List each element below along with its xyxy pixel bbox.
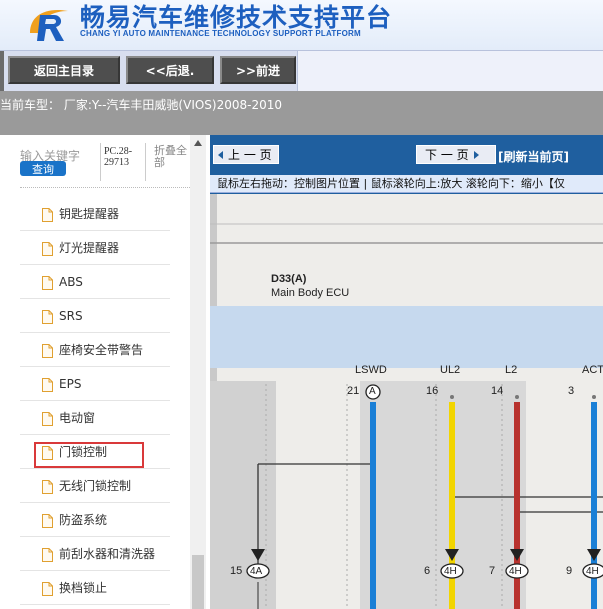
tree-item-label: 无线门锁控制: [59, 479, 132, 493]
brand-subtitle: CHANG YI AUTO MAINTENANCE TECHNOLOGY SUP…: [80, 29, 361, 38]
document-icon: [42, 411, 53, 426]
brand-logo: [30, 9, 68, 41]
vehicle-bar: 当前车型： 厂家:Y--汽车丰田威驰(VIOS)2008-2010: [0, 91, 603, 135]
viewer-nav-bar: 上 一 页 下 一 页 [刷新当前页]: [210, 135, 603, 175]
pin-number: 16: [426, 385, 439, 397]
refresh-page-link[interactable]: [刷新当前页]: [498, 148, 569, 165]
pin-name: ACT: [582, 364, 603, 376]
selection-highlight: [34, 442, 144, 468]
pin-number: 3: [568, 385, 575, 397]
pin-number: 21: [347, 385, 360, 397]
sidebar: 输入关键字 查询 PC.28- 29713 折叠全部 钥匙提醒器 灯光提醒器 ABS S…: [0, 135, 210, 609]
document-icon: [42, 377, 53, 392]
sidebar-scrollbar[interactable]: [190, 135, 206, 609]
main-toolbar: 返回主目录 <<后退. >>前进: [0, 50, 603, 92]
tree-item[interactable]: 防盗系统: [20, 503, 170, 537]
arrow-right-icon: [473, 150, 479, 159]
document-icon: [42, 275, 53, 290]
scroll-up-icon[interactable]: [194, 140, 202, 146]
app-header: 畅易汽车维修技术支持平台 CHANG YI AUTO MAINTENANCE T…: [0, 0, 603, 50]
pc-code: PC.28- 29713: [104, 146, 133, 168]
bottom-connector: 4A: [250, 566, 263, 577]
bottom-pin-number: 7: [489, 565, 496, 577]
document-icon: [42, 343, 53, 358]
tree-item[interactable]: 灯光提醒器: [20, 231, 170, 265]
tree-item[interactable]: 电动窗: [20, 401, 170, 435]
current-vehicle-label: 当前车型： 厂家:Y--汽车丰田威驰(VIOS)2008-2010: [0, 98, 283, 112]
search-button[interactable]: 查询: [20, 161, 66, 176]
tree-item-label: ABS: [59, 274, 83, 289]
bottom-pin-number: 15: [230, 565, 243, 577]
document-icon: [42, 581, 53, 596]
bottom-connector: 4H: [509, 566, 522, 577]
pin-connector: A: [369, 386, 376, 397]
tree-item-label: EPS: [59, 376, 82, 391]
scroll-thumb[interactable]: [192, 555, 204, 609]
tree-item-label: 灯光提醒器: [59, 241, 120, 255]
bottom-connector: 4H: [586, 566, 599, 577]
component-name: Main Body ECU: [271, 287, 350, 299]
tree-item[interactable]: 座椅安全带警告: [20, 333, 170, 367]
tree-item-label: 电动窗: [59, 411, 96, 425]
component-code: D33(A): [271, 273, 307, 285]
bottom-pin-number: 6: [424, 565, 431, 577]
document-icon: [42, 207, 53, 222]
pin-name: UL2: [440, 364, 461, 376]
document-icon: [42, 241, 53, 256]
bottom-pin-number: 9: [566, 565, 573, 577]
diagram-canvas: [210, 194, 603, 609]
tree-item-label: 前刮水器和清洗器: [59, 547, 156, 561]
next-page-button[interactable]: 下 一 页: [416, 145, 496, 164]
home-button[interactable]: 返回主目录: [8, 56, 120, 84]
tree-item[interactable]: 钥匙提醒器: [20, 197, 170, 231]
bottom-connector: 4H: [444, 566, 457, 577]
tree-item[interactable]: 换档锁止: [20, 571, 170, 605]
tree-item[interactable]: ABS: [20, 265, 170, 299]
tree-item[interactable]: EPS: [20, 367, 170, 401]
tree-item[interactable]: 前刮水器和清洗器: [20, 537, 170, 571]
pin-number: 14: [491, 385, 504, 397]
arrow-left-icon: [218, 150, 223, 159]
back-button[interactable]: <<后退.: [126, 56, 214, 84]
document-icon: [42, 547, 53, 562]
pin-name: L2: [505, 364, 518, 376]
document-icon: [42, 309, 53, 324]
diagram-viewer: 上 一 页 下 一 页 [刷新当前页] 鼠标左右拖动：控制图片位置 | 鼠标滚轮…: [210, 135, 603, 609]
forward-button[interactable]: >>前进: [220, 56, 296, 84]
prev-page-button[interactable]: 上 一 页: [213, 145, 279, 164]
tree-item-label: 换档锁止: [59, 581, 108, 595]
tree-item-label: 座椅安全带警告: [59, 343, 144, 357]
document-icon: [42, 513, 53, 528]
tree-item-label: 钥匙提醒器: [59, 207, 120, 221]
tree-item-label: SRS: [59, 308, 83, 323]
tree-item-label: 防盗系统: [59, 513, 108, 527]
wiring-diagram[interactable]: D33(A) Main Body ECU LSWD 21 A 15 4A UL2 16 6 4H…: [210, 194, 603, 609]
viewer-hint: 鼠标左右拖动：控制图片位置 | 鼠标滚轮向上:放大 滚轮向下：缩小【仅: [210, 175, 603, 193]
pin-name: LSWD: [355, 364, 387, 376]
tree-item[interactable]: 无线门锁控制: [20, 469, 170, 503]
collapse-all-link[interactable]: 折叠全部: [154, 145, 190, 169]
document-icon: [42, 479, 53, 494]
tree-item[interactable]: SRS: [20, 299, 170, 333]
